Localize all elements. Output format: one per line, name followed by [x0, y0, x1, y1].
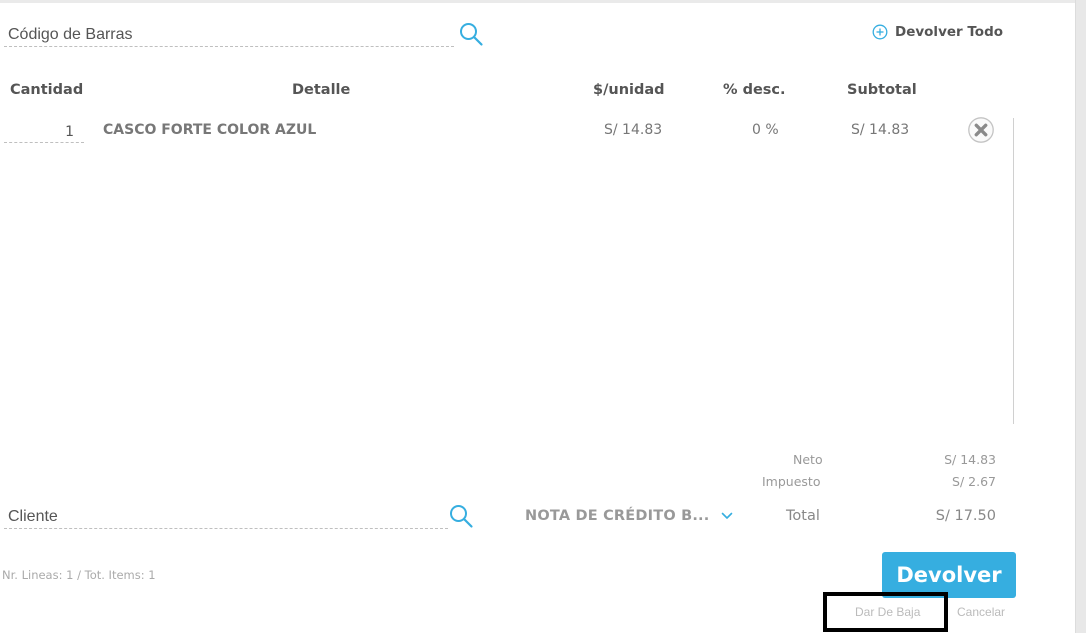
return-all-label: Devolver Todo	[895, 24, 1004, 40]
cancel-button[interactable]: Cancelar	[957, 605, 1005, 619]
item-discount: 0 %	[752, 122, 779, 138]
tax-label: Impuesto	[762, 474, 821, 489]
plus-circle-icon	[872, 24, 888, 40]
client-underline	[4, 528, 448, 529]
net-label: Neto	[793, 452, 823, 467]
highlight-box	[823, 592, 948, 632]
column-header-subtotal: Subtotal	[847, 82, 917, 98]
total-label: Total	[786, 508, 820, 524]
barcode-input[interactable]	[8, 24, 448, 46]
table-row: CASCO FORTE COLOR AZUL S/ 14.83 0 % S/ 1…	[0, 116, 1020, 148]
search-icon[interactable]	[448, 503, 474, 529]
document-type-select[interactable]: NOTA DE CRÉDITO B...	[525, 504, 733, 528]
item-detail: CASCO FORTE COLOR AZUL	[103, 122, 317, 138]
net-value: S/ 14.83	[944, 452, 996, 467]
line-item-stats: Nr. Lineas: 1 / Tot. Items: 1	[2, 568, 156, 582]
window-top-border	[0, 0, 1086, 3]
window-right-border	[1076, 0, 1086, 633]
list-scrollbar[interactable]	[1013, 118, 1014, 424]
return-all-button[interactable]: Devolver Todo	[872, 22, 1003, 42]
close-circle-icon[interactable]	[967, 116, 995, 144]
document-type-label: NOTA DE CRÉDITO B...	[525, 508, 710, 524]
chevron-down-icon	[722, 512, 733, 519]
column-header-detail: Detalle	[292, 82, 351, 98]
barcode-underline	[4, 46, 454, 47]
column-header-unit-price: $/unidad	[593, 82, 665, 98]
column-header-discount: % desc.	[723, 82, 786, 98]
client-input[interactable]	[8, 506, 446, 528]
tax-value: S/ 2.67	[952, 474, 996, 489]
item-subtotal: S/ 14.83	[851, 122, 910, 138]
item-unit-price: S/ 14.83	[604, 122, 663, 138]
quantity-input[interactable]	[4, 121, 84, 143]
total-value: S/ 17.50	[935, 508, 996, 524]
column-header-qty: Cantidad	[10, 82, 84, 98]
search-icon[interactable]	[458, 21, 484, 47]
